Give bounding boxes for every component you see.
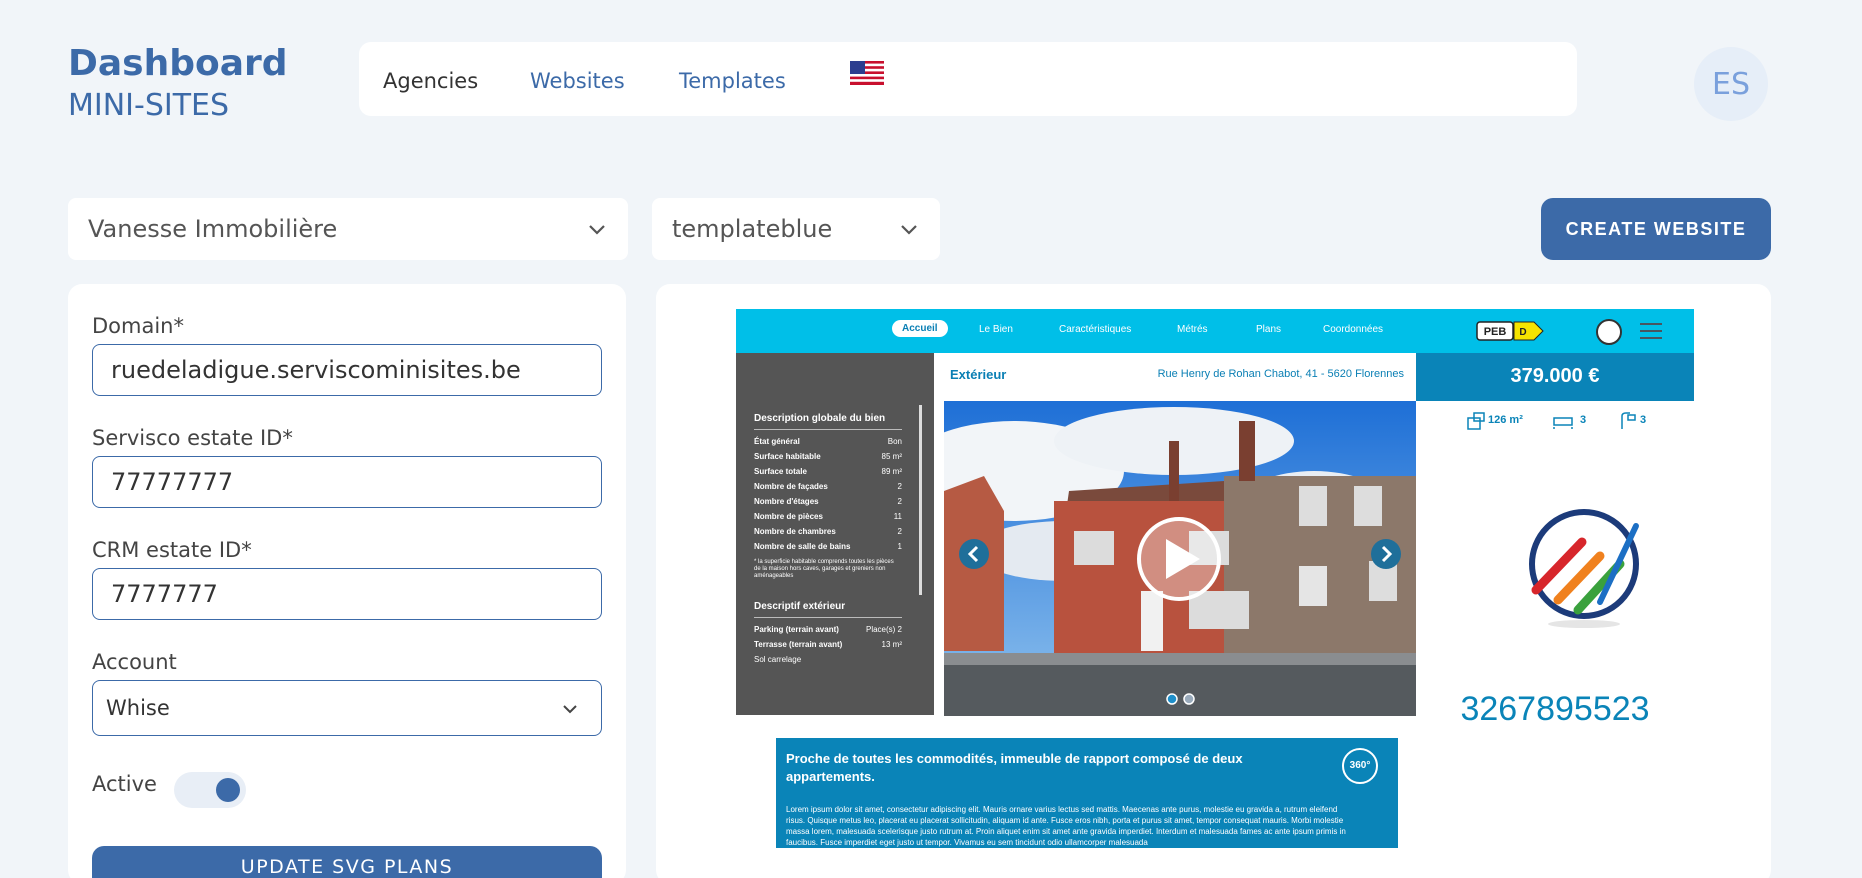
website-form: Domain* ruedeladigue.serviscominisites.b… xyxy=(68,284,626,878)
create-website-button[interactable]: CREATE WEBSITE xyxy=(1541,198,1771,260)
active-label: Active xyxy=(92,772,157,796)
account-select[interactable]: Whise xyxy=(92,680,602,736)
preview-nav-item: Accueil xyxy=(892,320,948,337)
surface-icon xyxy=(1467,412,1485,430)
us-flag-icon[interactable] xyxy=(850,61,884,85)
domain-value: ruedeladigue.serviscominisites.be xyxy=(111,356,521,384)
bathrooms-value: 3 xyxy=(1640,414,1647,426)
nav-agencies[interactable]: Agencies xyxy=(383,69,478,93)
side-floor: Sol carrelage xyxy=(754,655,802,664)
side-row: État général Bon xyxy=(754,437,902,446)
nav-websites[interactable]: Websites xyxy=(530,69,625,93)
side-row: Terrasse (terrain avant) 13 m² xyxy=(754,640,902,649)
peb-label: PEB xyxy=(1484,326,1507,338)
preview-header: Extérieur Rue Henry de Rohan Chabot, 41 … xyxy=(944,353,1414,397)
peb-class: D xyxy=(1519,327,1526,338)
servisco-id-label: Servisco estate ID* xyxy=(92,426,293,450)
shower-icon xyxy=(1621,412,1636,429)
bed-icon xyxy=(1553,417,1573,429)
preview-stats: 126 m² 3 3 xyxy=(1416,410,1694,434)
active-toggle[interactable] xyxy=(174,772,246,808)
360-view-icon: 360° xyxy=(1342,748,1378,784)
side-row: Nombre d'étages 2 xyxy=(754,497,902,506)
preview-nav-item: Coordonnées xyxy=(1323,324,1384,335)
preview-nav: Accueil Le Bien Caractéristiques Métrés … xyxy=(736,309,1694,353)
preview-nav-item: Métrés xyxy=(1177,324,1208,335)
account-label: Account xyxy=(92,650,177,674)
agency-select-value: Vanesse Immobilière xyxy=(88,215,338,243)
side-note: * la superficie habitable comprends tout… xyxy=(754,559,894,579)
chevron-down-icon xyxy=(589,225,605,235)
top-navigation: Agencies Websites Templates xyxy=(359,42,1577,116)
bedrooms-value: 3 xyxy=(1580,414,1587,426)
side-row: Nombre de pièces 11 xyxy=(754,512,902,521)
preview-description: Proche de toutes les commodités, immeubl… xyxy=(776,738,1398,848)
side-row: Parking (terrain avant) Place(s) 2 xyxy=(754,625,902,634)
preview-nav-item: Plans xyxy=(1256,324,1282,335)
brand-title: Dashboard xyxy=(68,43,288,84)
template-select-value: templateblue xyxy=(672,215,833,243)
side-title: Descriptif extérieur xyxy=(754,601,846,612)
surface-value: 126 m² xyxy=(1488,414,1523,426)
preview-section: Extérieur xyxy=(950,367,1007,382)
property-photo xyxy=(944,401,1416,716)
brand-subtitle: MINI-SITES xyxy=(68,88,230,123)
agency-logo xyxy=(1522,506,1646,630)
crm-id-label: CRM estate ID* xyxy=(92,538,252,562)
avatar[interactable]: ES xyxy=(1694,47,1768,121)
preview-address: Rue Henry de Rohan Chabot, 41 - 5620 Flo… xyxy=(1157,368,1404,380)
toggle-knob xyxy=(216,778,240,802)
side-row: Surface totale 89 m² xyxy=(754,467,902,476)
chevron-down-icon xyxy=(901,225,917,235)
preview-nav-item: Le Bien xyxy=(979,324,1013,335)
agency-select[interactable]: Vanesse Immobilière xyxy=(68,198,628,260)
brand: Dashboard MINI-SITES xyxy=(68,42,288,126)
menu-icon xyxy=(1640,323,1662,339)
servisco-id-field[interactable]: 77777777 xyxy=(92,456,602,508)
account-value: Whise xyxy=(106,696,170,720)
side-title: Description globale du bien xyxy=(754,413,886,424)
nav-templates[interactable]: Templates xyxy=(679,69,786,93)
divider xyxy=(754,429,902,430)
divider xyxy=(754,617,902,618)
avatar-initials: ES xyxy=(1712,66,1750,102)
peb-badge: PEB D xyxy=(1476,321,1544,341)
preview-nav-item: Caractéristiques xyxy=(1059,324,1132,335)
preview-sidebar: Description globale du bien État général… xyxy=(736,353,934,715)
side-row: Nombre de salle de bains 1 xyxy=(754,542,902,551)
preview-circle xyxy=(1596,319,1622,345)
side-scrollbar xyxy=(919,405,922,595)
description-body: Lorem ipsum dolor sit amet, consectetur … xyxy=(786,805,1346,847)
side-row: Nombre de chambres 2 xyxy=(754,527,902,536)
crm-id-value: 7777777 xyxy=(111,580,218,608)
preview-price: 379.000 € xyxy=(1416,353,1694,401)
preview-phone: 3267895523 xyxy=(1460,690,1650,728)
side-row: Surface habitable 85 m² xyxy=(754,452,902,461)
chevron-down-icon xyxy=(563,705,577,714)
description-title: Proche de toutes les commodités, immeubl… xyxy=(786,751,1243,784)
template-select[interactable]: templateblue xyxy=(652,198,940,260)
crm-id-field[interactable]: 7777777 xyxy=(92,568,602,620)
domain-field[interactable]: ruedeladigue.serviscominisites.be xyxy=(92,344,602,396)
side-row: Nombre de façades 2 xyxy=(754,482,902,491)
update-svg-plans-button[interactable]: UPDATE SVG PLANS xyxy=(92,846,602,878)
servisco-id-value: 77777777 xyxy=(111,468,234,496)
template-preview: Accueil Le Bien Caractéristiques Métrés … xyxy=(656,284,1771,878)
domain-label: Domain* xyxy=(92,314,184,338)
